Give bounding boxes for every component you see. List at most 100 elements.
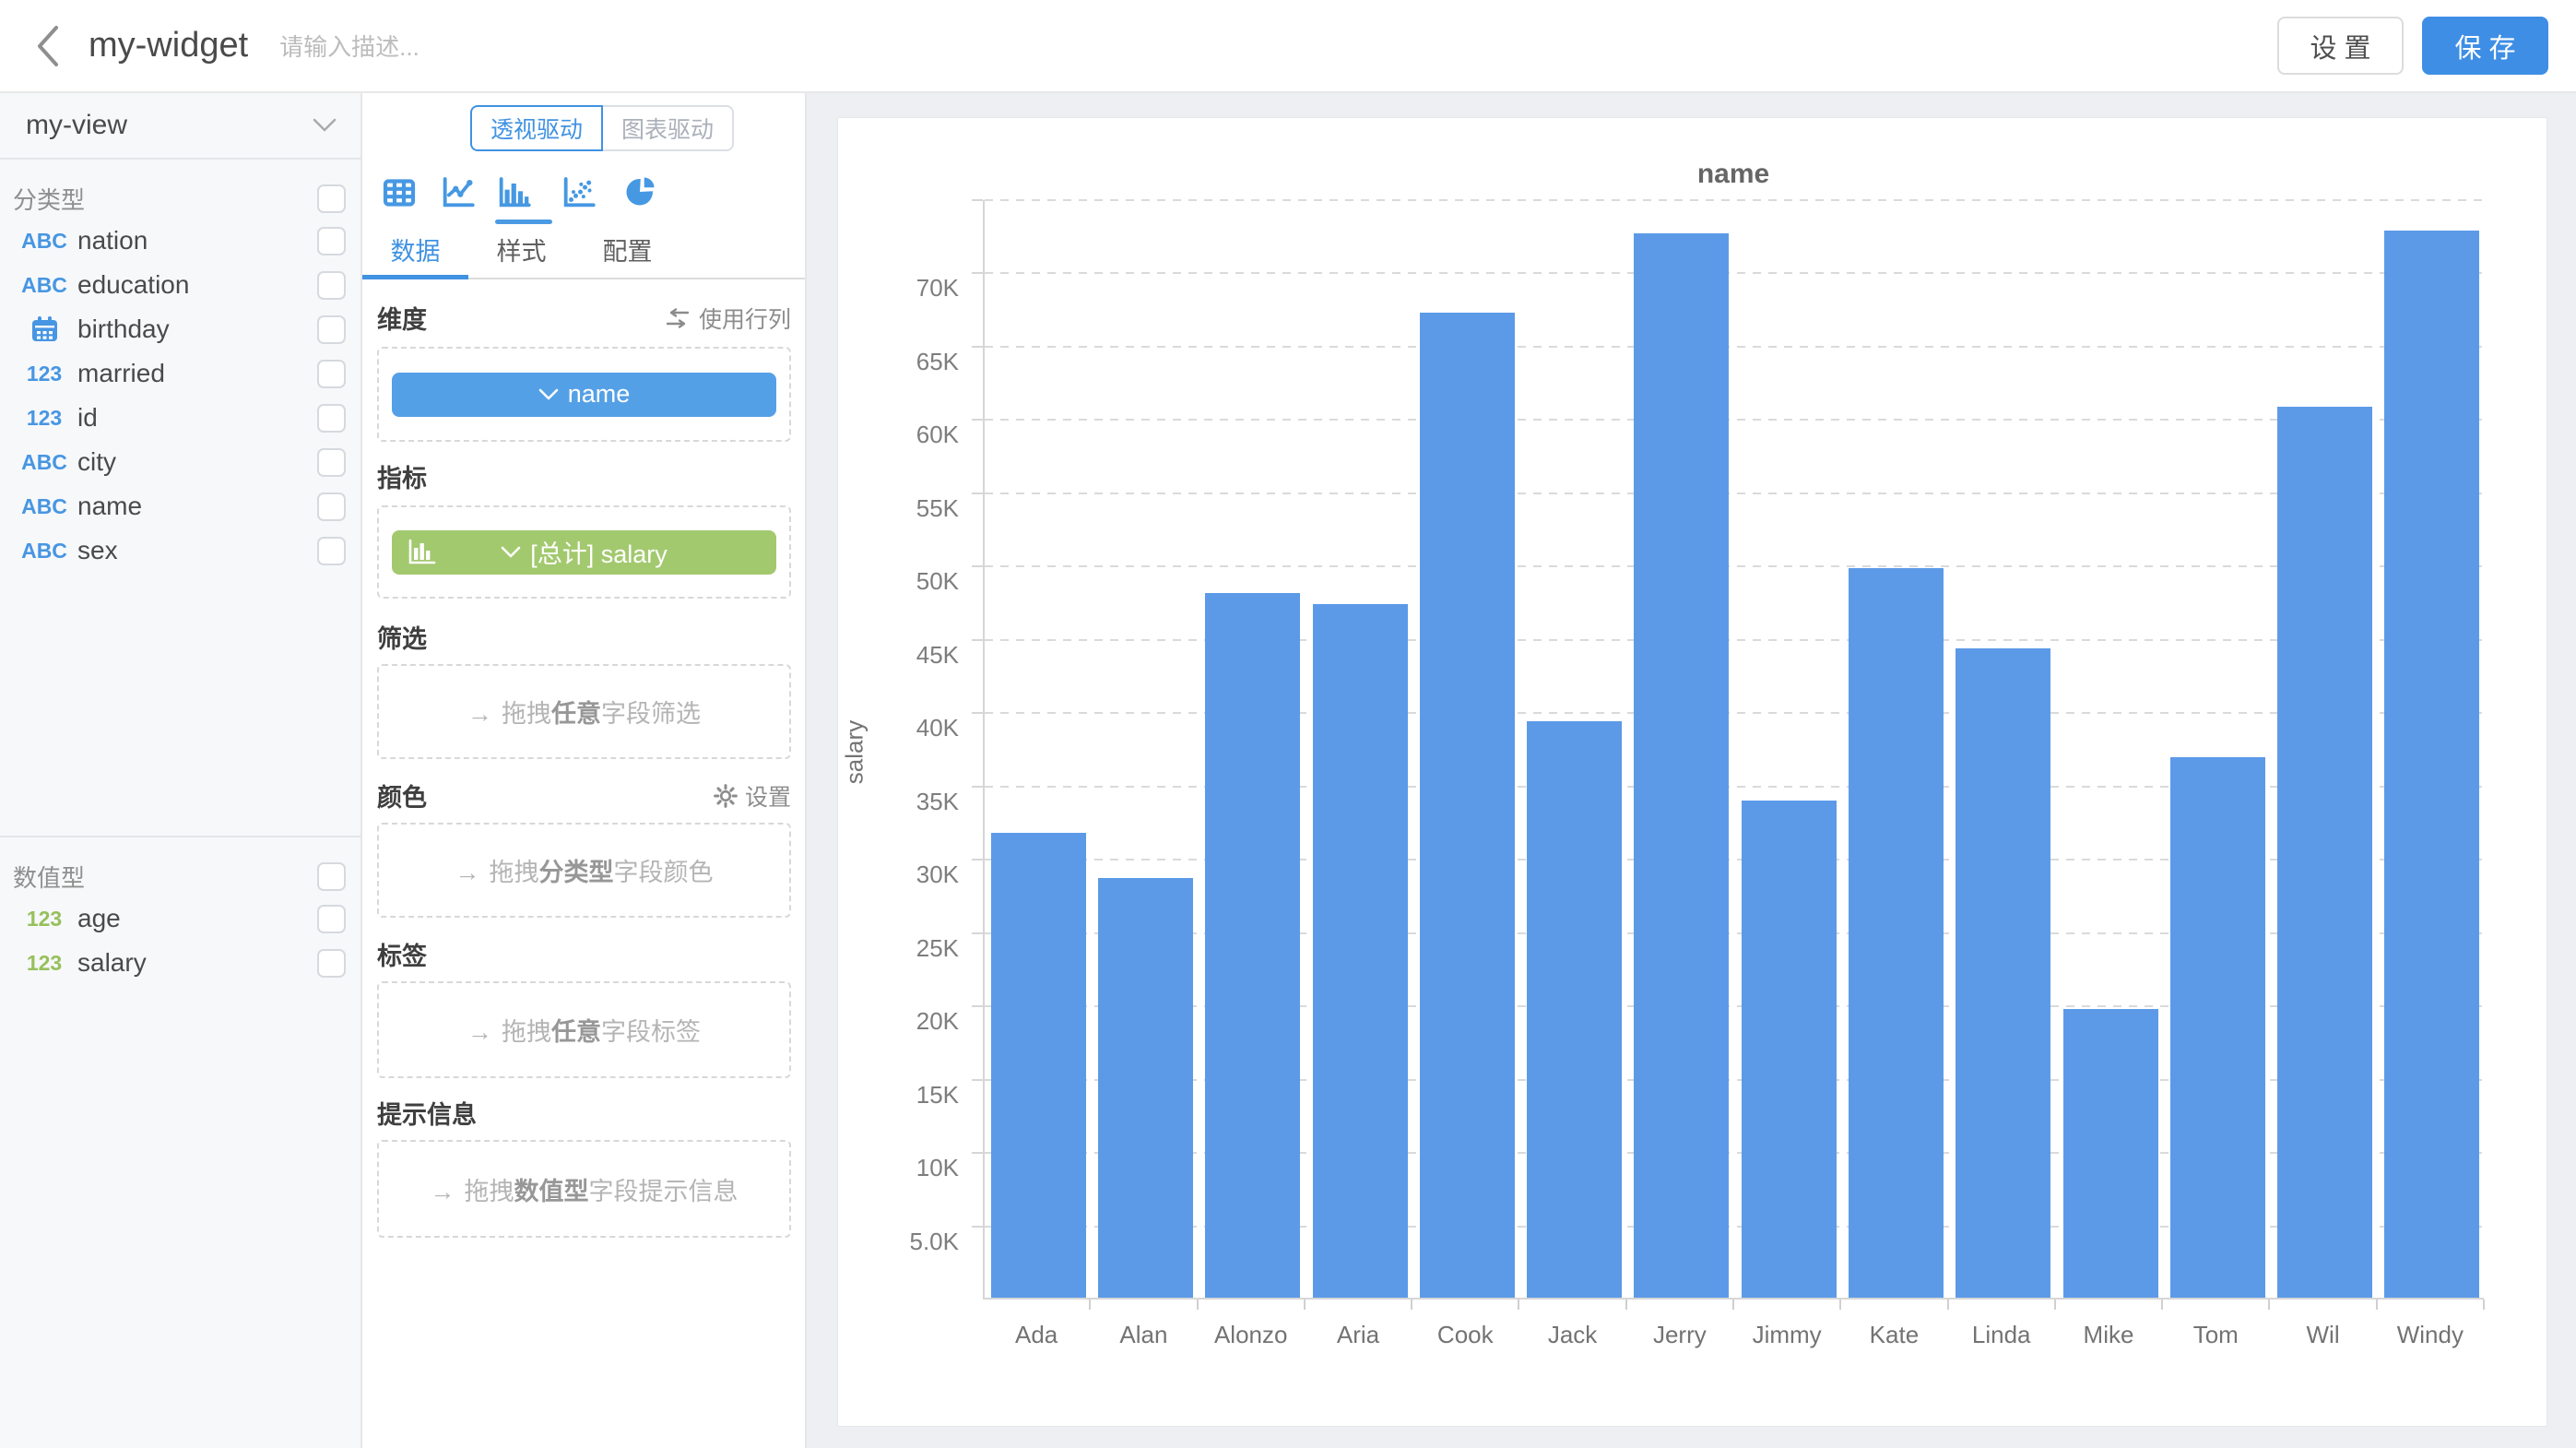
- field-name: city: [77, 447, 317, 477]
- field-name: salary: [77, 948, 317, 978]
- text-type-icon: ABC: [21, 273, 67, 298]
- scatter-chart-type-button[interactable]: [560, 174, 600, 215]
- calendar-icon: [30, 315, 59, 343]
- use-row-column-toggle[interactable]: 使用行列: [664, 302, 791, 335]
- table-chart-type-button[interactable]: [381, 174, 421, 215]
- field-row-city[interactable]: ABC city: [0, 440, 360, 484]
- x-axis-category-label: Ada: [983, 1320, 1090, 1349]
- field-checkbox[interactable]: [317, 360, 346, 388]
- mode-tab-chart[interactable]: 图表驱动: [601, 105, 734, 151]
- panel-tabs: 数据 样式 配置: [362, 227, 805, 279]
- field-name: education: [77, 270, 317, 300]
- tab-data[interactable]: 数据: [362, 227, 468, 278]
- field-checkbox[interactable]: [317, 905, 346, 933]
- field-checkbox[interactable]: [317, 315, 346, 344]
- back-button[interactable]: [20, 18, 76, 74]
- field-row-birthday[interactable]: birthday: [0, 307, 360, 351]
- bar-Tom[interactable]: [2170, 757, 2265, 1298]
- chevron-down-icon: [501, 546, 521, 559]
- field-row-salary[interactable]: 123 salary: [0, 941, 360, 985]
- x-axis-category-label: Jerry: [1626, 1320, 1733, 1349]
- number-type-icon: 123: [27, 362, 62, 386]
- select-all-checkbox[interactable]: [317, 862, 346, 891]
- y-axis-tick: [972, 199, 983, 201]
- field-checkbox[interactable]: [317, 271, 346, 300]
- x-axis-category-label: Tom: [2162, 1320, 2269, 1349]
- y-axis-tick-label: 50K: [876, 568, 959, 594]
- bar-Alonzo[interactable]: [1205, 593, 1300, 1298]
- field-checkbox[interactable]: [317, 493, 346, 521]
- field-row-id[interactable]: 123id: [0, 396, 360, 440]
- y-axis-tick: [972, 346, 983, 348]
- bar-Windy[interactable]: [2384, 231, 2479, 1298]
- dimension-field-section: 分类型ABCnationABCeducationbirthday123marri…: [0, 178, 360, 836]
- bar-Alan[interactable]: [1098, 878, 1193, 1298]
- bar-plot-area[interactable]: [983, 200, 2484, 1300]
- line-chart-type-button[interactable]: [438, 174, 479, 215]
- bar-Linda[interactable]: [1956, 648, 2050, 1298]
- chevron-down-icon: [538, 388, 559, 401]
- field-name: age: [77, 904, 317, 933]
- field-row-nation[interactable]: ABCnation: [0, 219, 360, 263]
- drag-arrow-icon: →: [431, 1178, 455, 1205]
- y-axis-tick-label: 10K: [876, 1155, 959, 1181]
- y-axis-tick-label: 55K: [876, 495, 959, 521]
- text-type-icon: ABC: [21, 450, 67, 475]
- label-drop-zone[interactable]: →拖拽任意字段标签: [377, 981, 791, 1078]
- field-checkbox[interactable]: [317, 448, 346, 477]
- x-axis-category-label: Alonzo: [1198, 1320, 1305, 1349]
- y-axis-tick: [972, 1005, 983, 1007]
- filter-drop-zone[interactable]: →拖拽任意字段筛选: [377, 664, 791, 759]
- field-row-age[interactable]: 123age: [0, 896, 360, 941]
- y-axis-tick-label: 20K: [876, 1008, 959, 1034]
- field-checkbox[interactable]: [317, 404, 346, 433]
- pie-chart-type-button[interactable]: [622, 174, 663, 215]
- x-axis-tick: [1197, 1300, 1199, 1310]
- field-checkbox[interactable]: [317, 227, 346, 255]
- metric-drop-zone[interactable]: [总计] salary: [377, 505, 791, 599]
- bar-Mike[interactable]: [2063, 1009, 2158, 1298]
- field-row-name[interactable]: ABCname: [0, 484, 360, 528]
- y-axis-tick-label: 40K: [876, 715, 959, 741]
- settings-button[interactable]: 设 置: [2277, 17, 2404, 75]
- measure-field-section: 数值型123age 123 salary: [0, 856, 360, 985]
- color-settings-button[interactable]: 设置: [714, 779, 791, 813]
- dimension-drop-zone[interactable]: name: [377, 347, 791, 442]
- bar-Kate[interactable]: [1849, 568, 1944, 1298]
- mode-tab-pivot[interactable]: 透视驱动: [470, 105, 603, 151]
- field-row-sex[interactable]: ABCsex: [0, 528, 360, 573]
- x-axis-tick: [1518, 1300, 1519, 1310]
- dataset-selector[interactable]: my-view: [0, 93, 360, 160]
- x-axis-tick: [1947, 1300, 1949, 1310]
- field-row-married[interactable]: 123married: [0, 351, 360, 396]
- bar-Ada[interactable]: [991, 833, 1086, 1298]
- tab-config[interactable]: 配置: [574, 227, 680, 278]
- select-all-checkbox[interactable]: [317, 184, 346, 213]
- bar-Aria[interactable]: [1313, 604, 1408, 1298]
- bar-Cook[interactable]: [1420, 313, 1515, 1298]
- number-type-icon: 123: [27, 951, 62, 976]
- field-name: sex: [77, 536, 317, 565]
- field-checkbox[interactable]: [317, 537, 346, 565]
- tooltip-drop-zone[interactable]: →拖拽数值型字段提示信息: [377, 1140, 791, 1238]
- tab-style[interactable]: 样式: [468, 227, 574, 278]
- bar-chart-type-button[interactable]: [494, 174, 535, 215]
- bar-Wil[interactable]: [2277, 407, 2372, 1298]
- bar-Jerry[interactable]: [1634, 233, 1729, 1298]
- active-chart-type-indicator: [495, 220, 552, 224]
- bar-Jack[interactable]: [1527, 721, 1622, 1298]
- x-axis-category-label: Mike: [2055, 1320, 2162, 1349]
- chart-canvas-area: name salary 5.0K10K15K20K25K30K35K40K45K…: [807, 93, 2576, 1448]
- description-input[interactable]: 请输入描述...: [279, 29, 419, 63]
- field-sidebar: my-view 分类型ABCnationABCeducationbirthday…: [0, 93, 362, 1448]
- save-button[interactable]: 保 存: [2422, 17, 2548, 75]
- bar-Jimmy[interactable]: [1742, 801, 1837, 1298]
- field-group-label: 数值型: [13, 860, 317, 894]
- color-drop-zone[interactable]: →拖拽分类型字段颜色: [377, 823, 791, 918]
- metric-chip-salary[interactable]: [总计] salary: [392, 530, 776, 575]
- field-row-education[interactable]: ABC education: [0, 263, 360, 307]
- y-axis-tick-label: 30K: [876, 861, 959, 887]
- mode-switch: 透视驱动 图表驱动: [470, 105, 734, 151]
- dimension-chip-name[interactable]: name: [392, 373, 776, 417]
- field-checkbox[interactable]: [317, 949, 346, 978]
